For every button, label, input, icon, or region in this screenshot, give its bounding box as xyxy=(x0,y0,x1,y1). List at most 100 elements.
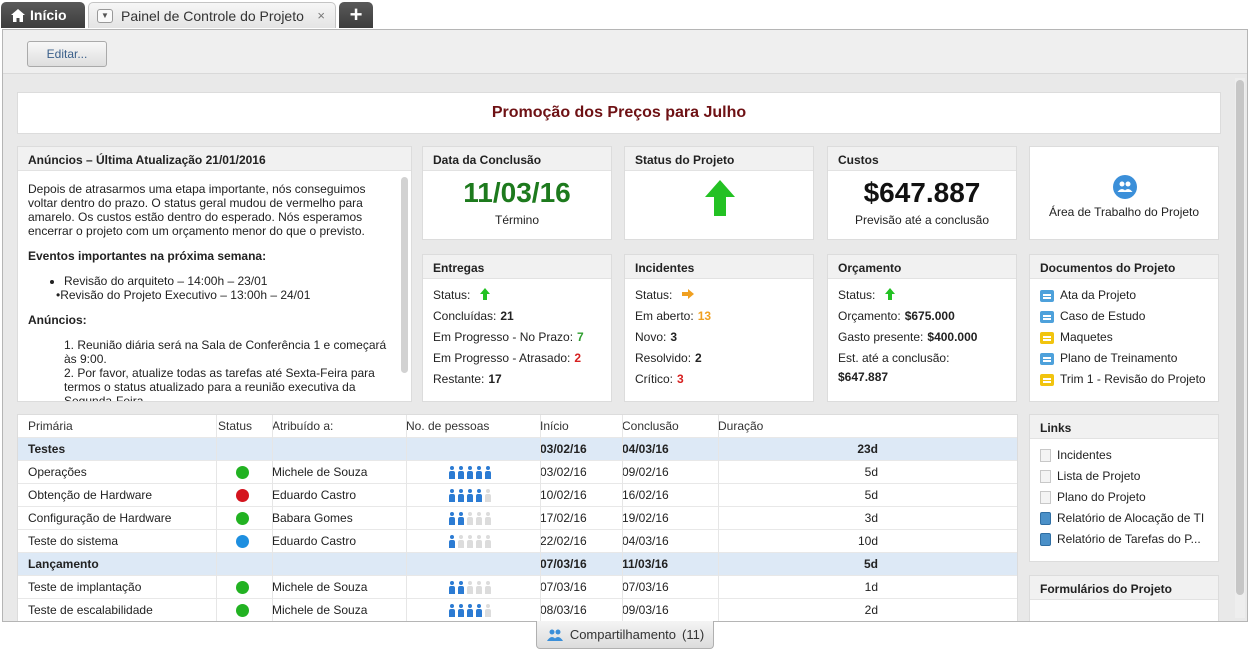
document-label[interactable]: Plano de Treinamento xyxy=(1060,348,1177,369)
table-row[interactable]: Obtenção de Hardware Eduardo Castro 10/02/… xyxy=(18,484,1017,507)
task-end: 07/03/16 xyxy=(622,580,669,594)
link-item[interactable]: Relatório de Tarefas do P... xyxy=(1040,529,1208,550)
task-duration: 10d xyxy=(857,534,878,548)
person-icon xyxy=(484,581,492,594)
task-duration: 5d xyxy=(864,465,878,479)
document-item[interactable]: Ata da Projeto xyxy=(1040,285,1208,306)
add-tab-button[interactable]: + xyxy=(339,2,373,28)
link-label[interactable]: Incidentes xyxy=(1057,445,1112,466)
table-row[interactable]: Teste de escalabilidade Michele de Souza 0… xyxy=(18,599,1017,621)
person-icon xyxy=(466,512,474,525)
column-header[interactable]: No. de pessoas xyxy=(406,415,540,438)
share-count: (11) xyxy=(682,627,705,642)
task-name: Configuração de Hardware xyxy=(28,511,172,525)
person-icon xyxy=(448,604,456,617)
person-icon xyxy=(457,489,465,502)
table-row[interactable]: Configuração de Hardware Babara Gomes 17/0… xyxy=(18,507,1017,530)
incidents-label: Novo: xyxy=(635,330,667,344)
tab-project-label: Painel de Controle do Projeto xyxy=(121,7,304,24)
table-group-row[interactable]: Testes 03/02/16 04/03/16 23d xyxy=(18,438,1017,461)
task-name: Lançamento xyxy=(28,557,99,571)
person-icon xyxy=(448,466,456,479)
link-label[interactable]: Relatório de Alocação de TI xyxy=(1057,508,1204,529)
task-assignee: Babara Gomes xyxy=(272,511,353,525)
share-button[interactable]: Compartilhamento (11) xyxy=(536,621,714,649)
deliveries-label: Concluídas: xyxy=(433,309,497,323)
column-header[interactable]: Duração xyxy=(718,415,1017,438)
page-icon xyxy=(1040,449,1051,462)
person-icon xyxy=(457,466,465,479)
status-dot-icon xyxy=(236,489,249,502)
announcements-scrollbar[interactable] xyxy=(401,177,408,373)
document-item[interactable]: Maquetes xyxy=(1040,327,1208,348)
document-label[interactable]: Maquetes xyxy=(1060,327,1113,348)
people-count-indicator xyxy=(448,466,492,479)
page-scroll-thumb[interactable] xyxy=(1236,80,1244,595)
announcements-body: Depois de atrasarmos uma etapa important… xyxy=(18,172,401,401)
document-label[interactable]: Caso de Estudo xyxy=(1060,306,1145,327)
person-icon xyxy=(457,512,465,525)
dashboard-frame: Editar... Promoção dos Preços para Julho… xyxy=(2,29,1248,622)
link-item[interactable]: Incidentes xyxy=(1040,445,1208,466)
people-count-indicator xyxy=(448,535,492,548)
workspace-panel[interactable]: Área de Trabalho do Projeto xyxy=(1029,146,1219,240)
task-duration: 3d xyxy=(864,511,878,525)
chevron-down-icon[interactable]: ▼ xyxy=(97,8,113,23)
link-label[interactable]: Plano do Projeto xyxy=(1057,487,1146,508)
close-icon[interactable]: × xyxy=(317,8,325,23)
task-name: Testes xyxy=(28,442,66,456)
column-header[interactable]: Primária xyxy=(28,415,216,438)
link-label[interactable]: Relatório de Tarefas do P... xyxy=(1057,529,1201,550)
document-item[interactable]: Trim 1 - Revisão do Projeto xyxy=(1040,369,1208,390)
person-icon xyxy=(484,466,492,479)
table-header-row: Primária Status Atribuído a: No. de pess… xyxy=(18,415,1017,438)
incidents-row: Novo: 3 xyxy=(635,327,803,348)
person-icon xyxy=(466,581,474,594)
document-item[interactable]: Caso de Estudo xyxy=(1040,306,1208,327)
link-label[interactable]: Lista de Projeto xyxy=(1057,466,1140,487)
budget-row: $647.887 xyxy=(838,369,1006,385)
report-icon xyxy=(1040,533,1051,546)
workspace-label[interactable]: Área de Trabalho do Projeto xyxy=(1030,205,1218,219)
task-start: 08/03/16 xyxy=(540,603,587,617)
link-item[interactable]: Lista de Projeto xyxy=(1040,466,1208,487)
deliveries-label: Em Progresso - Atrasado: xyxy=(433,351,571,365)
table-row[interactable]: Operações Michele de Souza 03/02/16 09/02/1… xyxy=(18,461,1017,484)
link-item[interactable]: Plano do Projeto xyxy=(1040,487,1208,508)
document-item[interactable]: Plano de Treinamento xyxy=(1040,348,1208,369)
tab-project-dashboard[interactable]: ▼ Painel de Controle do Projeto × xyxy=(88,2,336,28)
budget-label: Orçamento: xyxy=(838,309,901,323)
column-header[interactable]: Conclusão xyxy=(622,415,718,438)
people-icon xyxy=(546,629,563,641)
links-list: Incidentes Lista de Projeto Plano do Pro… xyxy=(1030,439,1218,556)
table-row[interactable]: Teste do sistema Eduardo Castro 22/02/16 04… xyxy=(18,530,1017,553)
banner: Promoção dos Preços para Julho xyxy=(17,92,1221,134)
deliveries-row: Restante: 17 xyxy=(433,369,601,390)
person-icon xyxy=(475,604,483,617)
table-row[interactable]: Teste de implantação Michele de Souza 07/0… xyxy=(18,576,1017,599)
announcements-title: Anúncios – Última Atualização 21/01/2016 xyxy=(18,147,411,171)
notices-heading: Anúncios: xyxy=(28,313,87,327)
task-assignee: Michele de Souza xyxy=(272,580,368,594)
person-icon xyxy=(466,535,474,548)
column-header[interactable]: Início xyxy=(540,415,622,438)
column-header[interactable]: Atribuído a: xyxy=(272,415,406,438)
status-dot-icon xyxy=(236,535,249,548)
document-label[interactable]: Trim 1 - Revisão do Projeto xyxy=(1060,369,1206,390)
column-divider xyxy=(622,415,623,621)
person-icon xyxy=(448,581,456,594)
person-icon xyxy=(448,535,456,548)
incidents-value: 2 xyxy=(695,351,702,365)
page-scrollbar[interactable] xyxy=(1235,78,1245,618)
table-group-row[interactable]: Lançamento 07/03/16 11/03/16 5d xyxy=(18,553,1017,576)
deliveries-row: Concluídas: 21 xyxy=(433,306,601,327)
deliveries-row: Em Progresso - Atrasado: 2 xyxy=(433,348,601,369)
link-item[interactable]: Relatório de Alocação de TI xyxy=(1040,508,1208,529)
document-icon xyxy=(1040,352,1054,365)
document-label[interactable]: Ata da Projeto xyxy=(1060,285,1136,306)
tab-home[interactable]: Início xyxy=(1,2,85,28)
task-assignee: Eduardo Castro xyxy=(272,534,357,548)
column-header[interactable]: Status xyxy=(218,415,272,438)
toolbar: Editar... xyxy=(3,30,1247,74)
edit-button[interactable]: Editar... xyxy=(27,41,107,67)
